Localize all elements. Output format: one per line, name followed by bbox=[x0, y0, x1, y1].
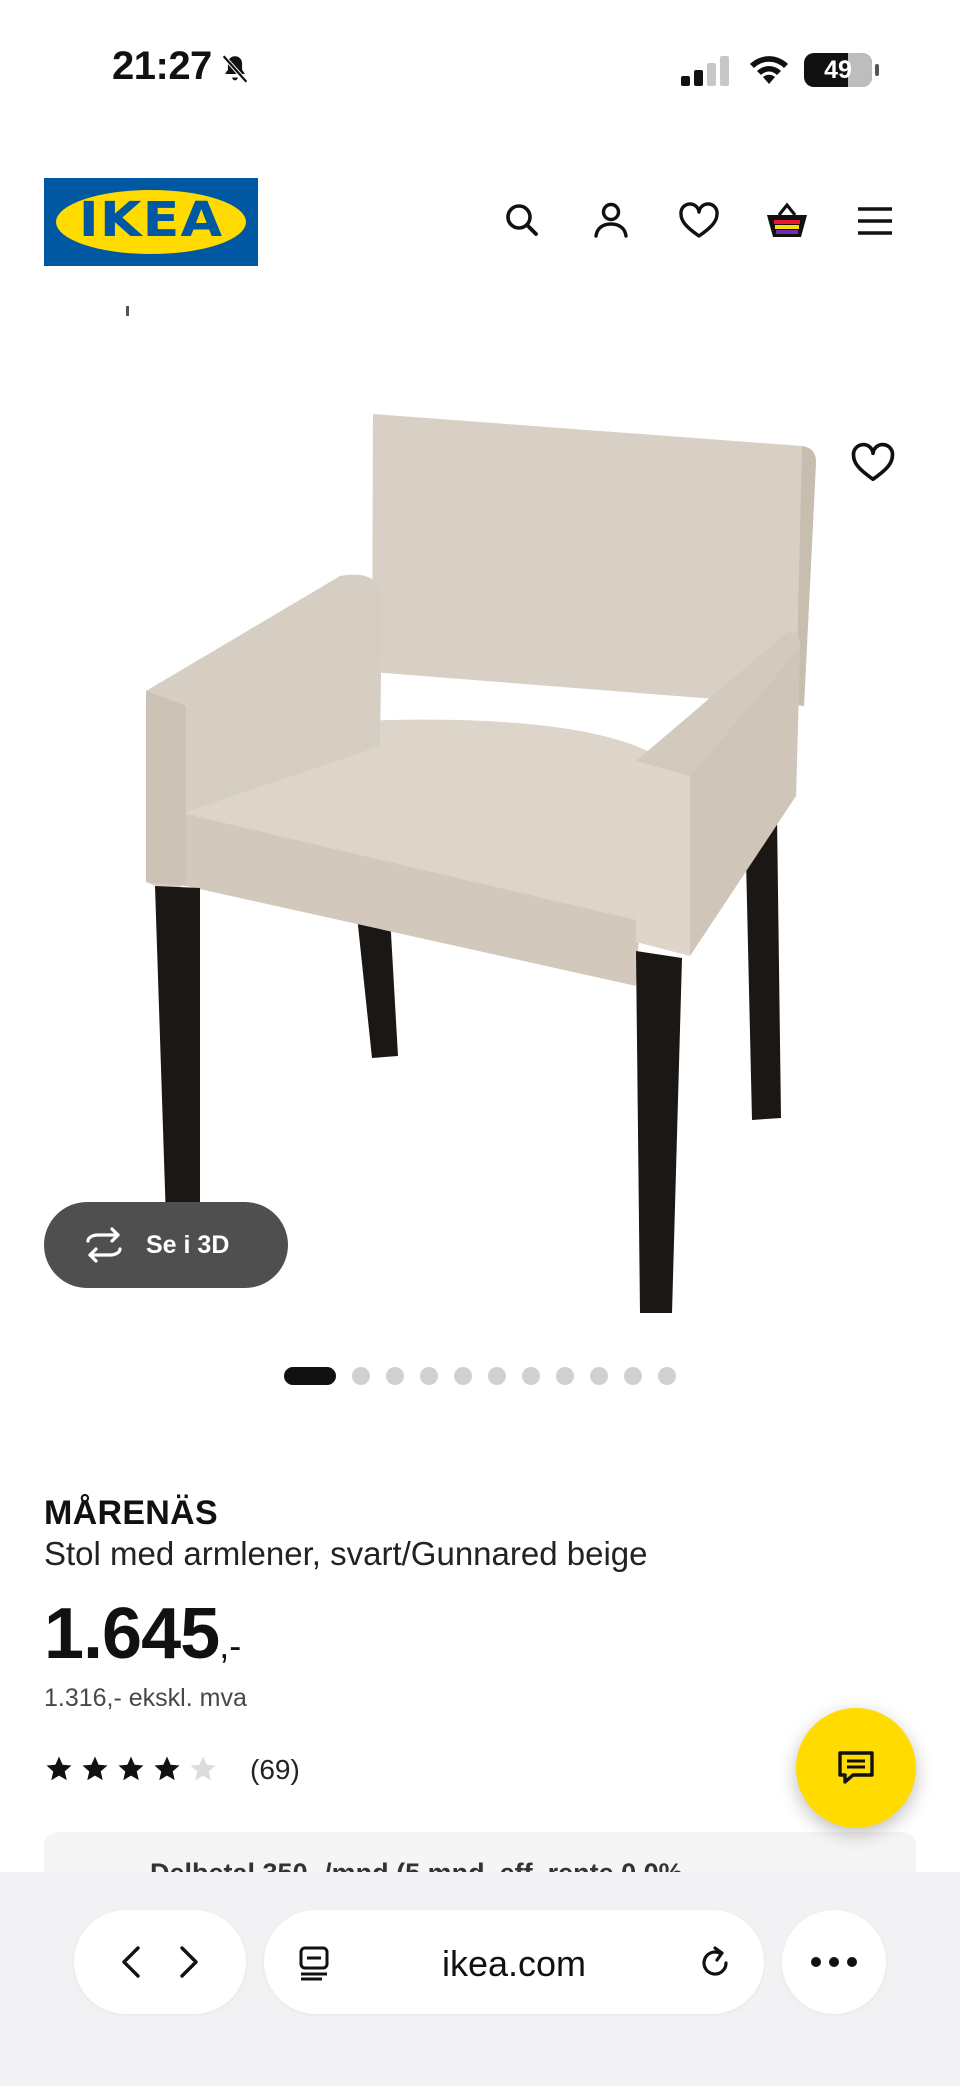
account-icon[interactable] bbox=[586, 196, 636, 246]
pagination-dot[interactable] bbox=[658, 1367, 676, 1385]
reload-icon[interactable] bbox=[696, 1944, 734, 1982]
product-description: Stol med armlener, svart/Gunnared beige bbox=[44, 1535, 648, 1572]
view-3d-button[interactable]: Se i 3D bbox=[44, 1202, 288, 1288]
search-icon[interactable] bbox=[498, 196, 548, 246]
pagination-dot[interactable] bbox=[556, 1367, 574, 1385]
view-3d-label: Se i 3D bbox=[146, 1230, 230, 1259]
pagination-dot[interactable] bbox=[590, 1367, 608, 1385]
more-options-button[interactable] bbox=[782, 1910, 886, 2014]
more-dots-icon bbox=[811, 1957, 857, 1967]
bell-muted-icon bbox=[218, 52, 252, 86]
history-nav-group bbox=[74, 1910, 246, 2014]
pagination-dot[interactable] bbox=[420, 1367, 438, 1385]
back-icon[interactable] bbox=[114, 1944, 150, 1980]
product-image[interactable] bbox=[0, 376, 960, 1336]
battery-indicator: 49 bbox=[804, 53, 879, 87]
breadcrumb-fragment bbox=[126, 306, 129, 316]
favourites-icon[interactable] bbox=[674, 196, 724, 246]
forward-icon[interactable] bbox=[170, 1944, 206, 1980]
chat-icon bbox=[838, 1751, 874, 1784]
pagination-dot-active[interactable] bbox=[284, 1367, 336, 1385]
product-price: 1.645,- bbox=[44, 1593, 241, 1675]
product-name[interactable]: MÅRENÄS bbox=[44, 1494, 218, 1533]
wifi-icon bbox=[748, 52, 790, 86]
address-bar[interactable]: ikea.com bbox=[264, 1910, 764, 2014]
logo-text: IKEA bbox=[78, 192, 224, 248]
chat-button[interactable] bbox=[796, 1708, 916, 1828]
promo-text: Delbetal 350,-/mnd (5 mnd, eff. rente 0,… bbox=[150, 1858, 683, 1872]
payment-promo-banner[interactable]: Delbetal 350,-/mnd (5 mnd, eff. rente 0,… bbox=[44, 1832, 916, 1872]
rating-stars[interactable] bbox=[44, 1754, 218, 1784]
cellular-signal-icon bbox=[681, 56, 731, 86]
pagination-dot[interactable] bbox=[624, 1367, 642, 1385]
star-filled-icon bbox=[118, 1756, 144, 1781]
pagination-dot[interactable] bbox=[454, 1367, 472, 1385]
pagination-dot[interactable] bbox=[522, 1367, 540, 1385]
cart-icon[interactable] bbox=[762, 196, 812, 246]
star-empty-icon bbox=[190, 1756, 216, 1781]
menu-icon[interactable] bbox=[850, 196, 900, 246]
price-main: 1.645 bbox=[44, 1594, 220, 1674]
price-ex-vat: 1.316,- ekskl. mva bbox=[44, 1684, 247, 1712]
favourite-heart-icon[interactable] bbox=[846, 436, 900, 490]
rotate-3d-icon bbox=[86, 1227, 122, 1263]
pagination-dot[interactable] bbox=[386, 1367, 404, 1385]
price-suffix: ,- bbox=[219, 1625, 242, 1666]
pagination-dot[interactable] bbox=[488, 1367, 506, 1385]
star-filled-icon bbox=[82, 1756, 108, 1781]
pagination-dot[interactable] bbox=[352, 1367, 370, 1385]
review-count[interactable]: (69) bbox=[250, 1754, 300, 1786]
address-url[interactable]: ikea.com bbox=[264, 1943, 764, 1985]
star-filled-icon bbox=[154, 1756, 180, 1781]
ikea-logo[interactable]: IKEA ® bbox=[44, 178, 258, 266]
status-time: 21:27 bbox=[112, 44, 212, 88]
battery-level: 49 bbox=[824, 55, 852, 84]
star-filled-icon bbox=[46, 1756, 72, 1781]
gallery-pagination[interactable] bbox=[0, 1366, 960, 1386]
